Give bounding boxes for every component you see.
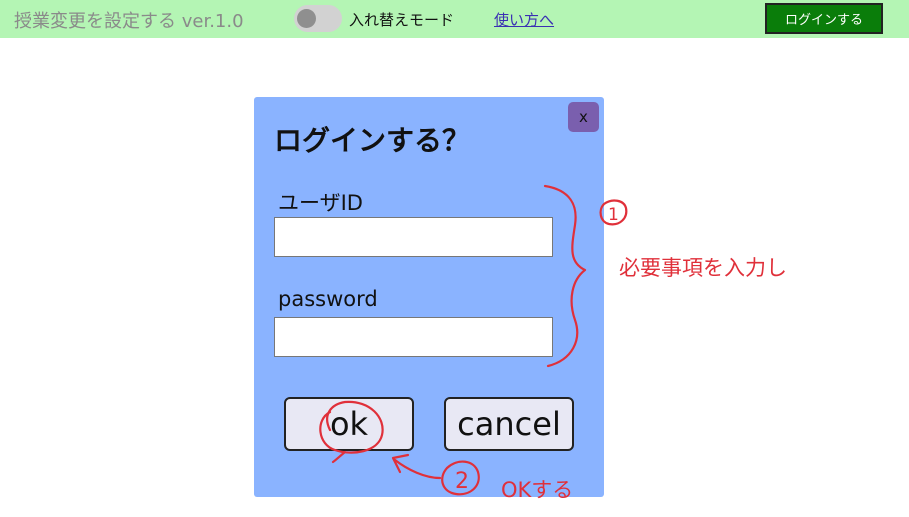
swap-mode-label: 入れ替えモード: [349, 11, 455, 29]
ok-button[interactable]: ok: [284, 397, 414, 451]
app-title: 授業変更を設定する ver.1.0: [14, 11, 244, 32]
password-input[interactable]: [274, 317, 553, 357]
user-id-label: ユーザID: [278, 191, 363, 215]
annotation-step2-text: OKする: [501, 478, 574, 502]
annotation-step1-number: 1: [608, 205, 619, 225]
user-id-input[interactable]: [274, 217, 553, 257]
top-header-bar: 授業変更を設定する ver.1.0 入れ替えモード 使い方へ ログインする: [0, 0, 909, 38]
help-link[interactable]: 使い方へ: [494, 9, 554, 30]
toggle-knob: [297, 9, 316, 28]
password-label: password: [278, 287, 378, 311]
close-button[interactable]: x: [568, 102, 599, 132]
dialog-title: ログインする？: [274, 124, 471, 157]
annotation-step1-circle: [599, 199, 628, 226]
swap-mode-toggle[interactable]: [294, 5, 342, 32]
header-login-button[interactable]: ログインする: [765, 3, 883, 34]
cancel-button[interactable]: cancel: [444, 397, 574, 451]
login-dialog: x ログインする？ ユーザID password ok cancel: [254, 97, 604, 497]
annotation-step1-text: 必要事項を入力し: [619, 256, 787, 280]
